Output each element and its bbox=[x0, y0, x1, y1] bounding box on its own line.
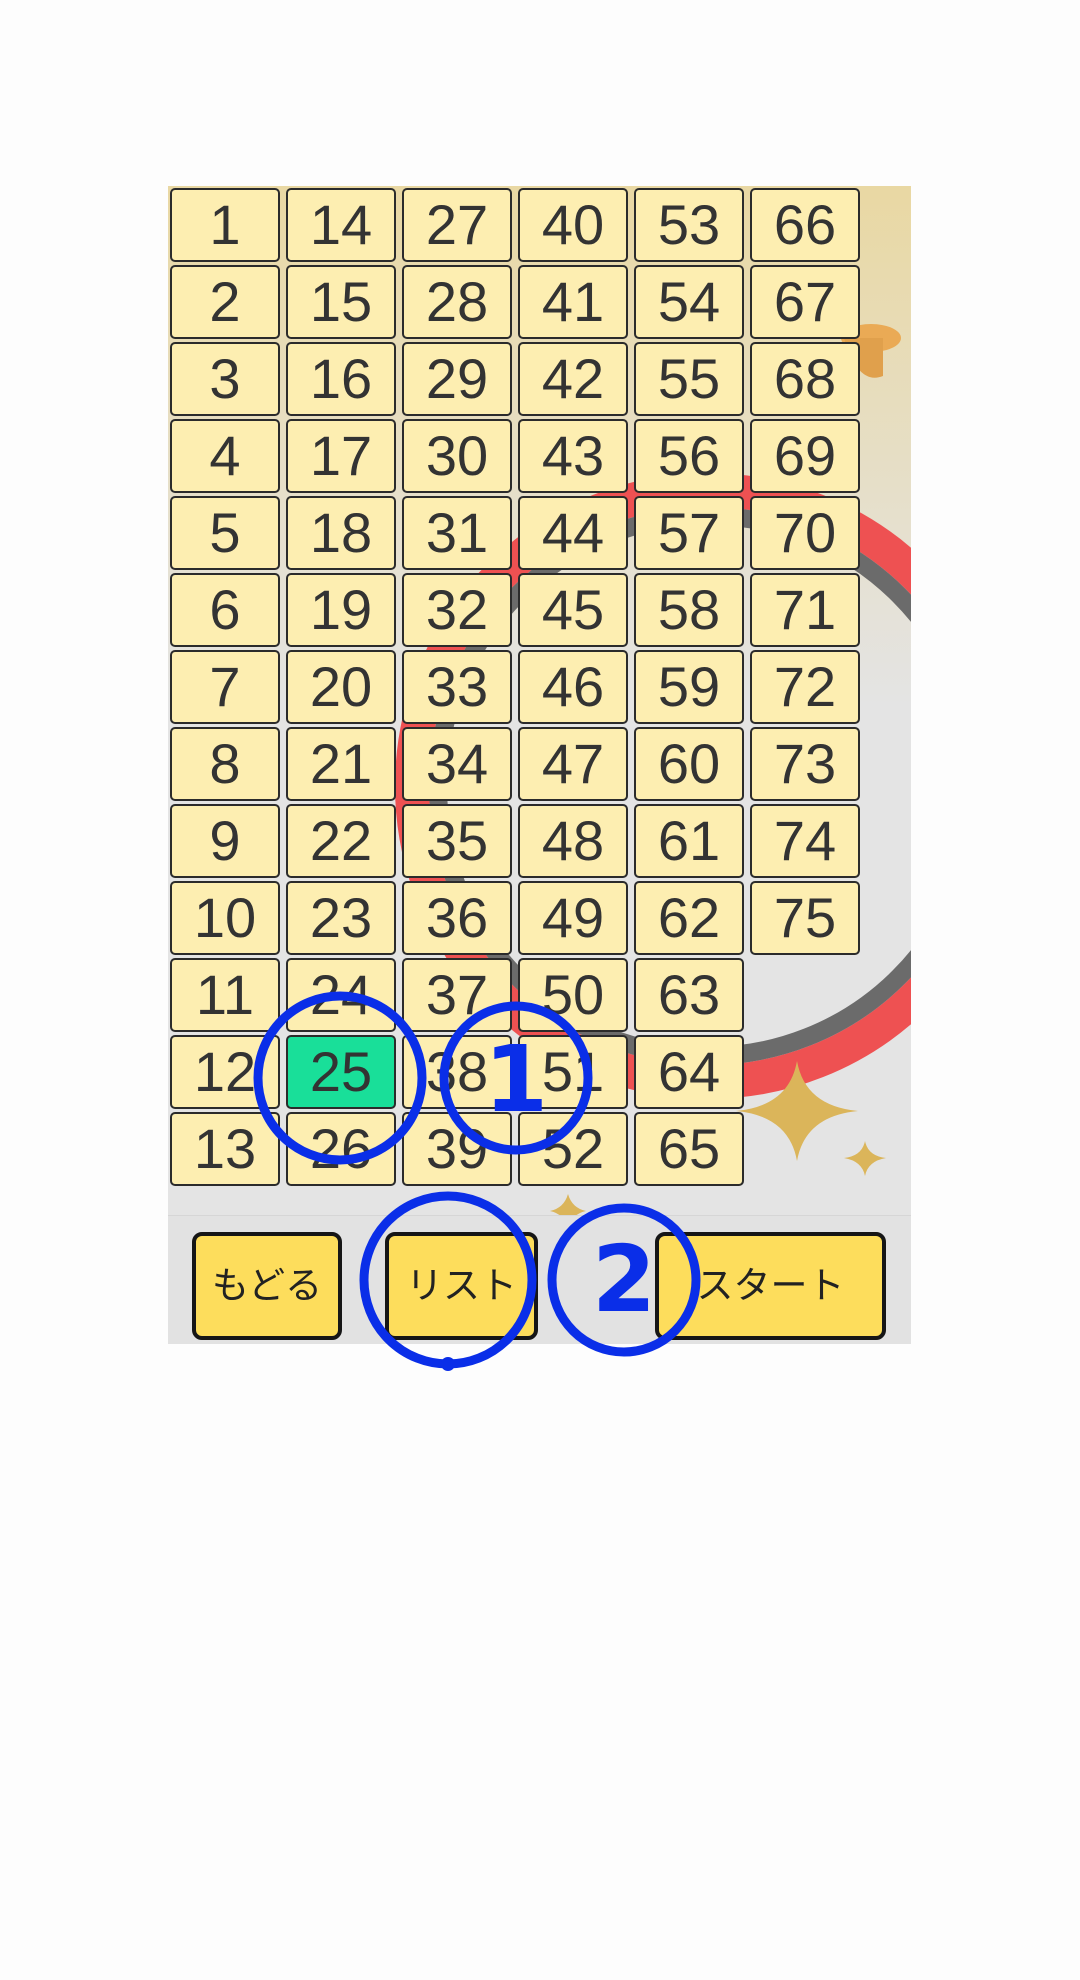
number-cell-69[interactable]: 69 bbox=[750, 419, 860, 493]
number-cell-46[interactable]: 46 bbox=[518, 650, 628, 724]
number-cell-68[interactable]: 68 bbox=[750, 342, 860, 416]
number-cell-60[interactable]: 60 bbox=[634, 727, 744, 801]
number-cell-21[interactable]: 21 bbox=[286, 727, 396, 801]
number-cell-25[interactable]: 25 bbox=[286, 1035, 396, 1109]
back-button[interactable]: もどる bbox=[192, 1232, 342, 1340]
number-cell-9[interactable]: 9 bbox=[170, 804, 280, 878]
number-cell-36[interactable]: 36 bbox=[402, 881, 512, 955]
number-cell-37[interactable]: 37 bbox=[402, 958, 512, 1032]
number-cell-64[interactable]: 64 bbox=[634, 1035, 744, 1109]
number-cell-44[interactable]: 44 bbox=[518, 496, 628, 570]
number-cell-53[interactable]: 53 bbox=[634, 188, 744, 262]
number-board: 1 2 3 4 5 6 7 8 9 10 11 12 13 14 15 16 17 18 19 20 21 22 23 24 2… bbox=[170, 188, 870, 1193]
list-button[interactable]: リスト bbox=[385, 1232, 538, 1340]
number-cell-51[interactable]: 51 bbox=[518, 1035, 628, 1109]
number-cell-70[interactable]: 70 bbox=[750, 496, 860, 570]
number-cell-17[interactable]: 17 bbox=[286, 419, 396, 493]
number-cell-67[interactable]: 67 bbox=[750, 265, 860, 339]
number-cell-56[interactable]: 56 bbox=[634, 419, 744, 493]
number-cell-35[interactable]: 35 bbox=[402, 804, 512, 878]
number-cell-74[interactable]: 74 bbox=[750, 804, 860, 878]
number-cell-28[interactable]: 28 bbox=[402, 265, 512, 339]
number-cell-49[interactable]: 49 bbox=[518, 881, 628, 955]
number-cell-47[interactable]: 47 bbox=[518, 727, 628, 801]
number-cell-61[interactable]: 61 bbox=[634, 804, 744, 878]
number-cell-22[interactable]: 22 bbox=[286, 804, 396, 878]
number-cell-59[interactable]: 59 bbox=[634, 650, 744, 724]
annotation-dot bbox=[441, 1357, 455, 1371]
number-cell-57[interactable]: 57 bbox=[634, 496, 744, 570]
number-cell-62[interactable]: 62 bbox=[634, 881, 744, 955]
number-cell-30[interactable]: 30 bbox=[402, 419, 512, 493]
number-cell-18[interactable]: 18 bbox=[286, 496, 396, 570]
number-cell-39[interactable]: 39 bbox=[402, 1112, 512, 1186]
number-cell-13[interactable]: 13 bbox=[170, 1112, 280, 1186]
number-cell-10[interactable]: 10 bbox=[170, 881, 280, 955]
number-cell-48[interactable]: 48 bbox=[518, 804, 628, 878]
number-cell-52[interactable]: 52 bbox=[518, 1112, 628, 1186]
number-cell-7[interactable]: 7 bbox=[170, 650, 280, 724]
number-cell-5[interactable]: 5 bbox=[170, 496, 280, 570]
number-cell-23[interactable]: 23 bbox=[286, 881, 396, 955]
number-cell-42[interactable]: 42 bbox=[518, 342, 628, 416]
number-cell-63[interactable]: 63 bbox=[634, 958, 744, 1032]
start-button[interactable]: スタート bbox=[655, 1232, 886, 1340]
number-cell-72[interactable]: 72 bbox=[750, 650, 860, 724]
number-cell-43[interactable]: 43 bbox=[518, 419, 628, 493]
number-cell-66[interactable]: 66 bbox=[750, 188, 860, 262]
number-cell-58[interactable]: 58 bbox=[634, 573, 744, 647]
number-cell-33[interactable]: 33 bbox=[402, 650, 512, 724]
number-cell-71[interactable]: 71 bbox=[750, 573, 860, 647]
number-cell-31[interactable]: 31 bbox=[402, 496, 512, 570]
number-cell-54[interactable]: 54 bbox=[634, 265, 744, 339]
number-cell-27[interactable]: 27 bbox=[402, 188, 512, 262]
number-cell-55[interactable]: 55 bbox=[634, 342, 744, 416]
number-cell-29[interactable]: 29 bbox=[402, 342, 512, 416]
number-cell-45[interactable]: 45 bbox=[518, 573, 628, 647]
number-cell-2[interactable]: 2 bbox=[170, 265, 280, 339]
number-cell-65[interactable]: 65 bbox=[634, 1112, 744, 1186]
number-cell-32[interactable]: 32 bbox=[402, 573, 512, 647]
number-cell-15[interactable]: 15 bbox=[286, 265, 396, 339]
number-cell-11[interactable]: 11 bbox=[170, 958, 280, 1032]
number-cell-6[interactable]: 6 bbox=[170, 573, 280, 647]
number-cell-1[interactable]: 1 bbox=[170, 188, 280, 262]
number-cell-20[interactable]: 20 bbox=[286, 650, 396, 724]
number-cell-73[interactable]: 73 bbox=[750, 727, 860, 801]
number-cell-40[interactable]: 40 bbox=[518, 188, 628, 262]
number-cell-50[interactable]: 50 bbox=[518, 958, 628, 1032]
number-cell-34[interactable]: 34 bbox=[402, 727, 512, 801]
number-cell-41[interactable]: 41 bbox=[518, 265, 628, 339]
number-cell-24[interactable]: 24 bbox=[286, 958, 396, 1032]
bingo-screen: 1 2 3 4 5 6 7 8 9 10 11 12 13 14 15 16 17 18 19 20 21 22 23 24 2… bbox=[168, 186, 911, 1344]
number-cell-12[interactable]: 12 bbox=[170, 1035, 280, 1109]
number-cell-8[interactable]: 8 bbox=[170, 727, 280, 801]
number-cell-75[interactable]: 75 bbox=[750, 881, 860, 955]
number-cell-3[interactable]: 3 bbox=[170, 342, 280, 416]
number-cell-14[interactable]: 14 bbox=[286, 188, 396, 262]
number-cell-26[interactable]: 26 bbox=[286, 1112, 396, 1186]
number-cell-16[interactable]: 16 bbox=[286, 342, 396, 416]
number-cell-38[interactable]: 38 bbox=[402, 1035, 512, 1109]
button-bar: もどる リスト スタート bbox=[168, 1215, 911, 1344]
number-cell-19[interactable]: 19 bbox=[286, 573, 396, 647]
number-cell-4[interactable]: 4 bbox=[170, 419, 280, 493]
